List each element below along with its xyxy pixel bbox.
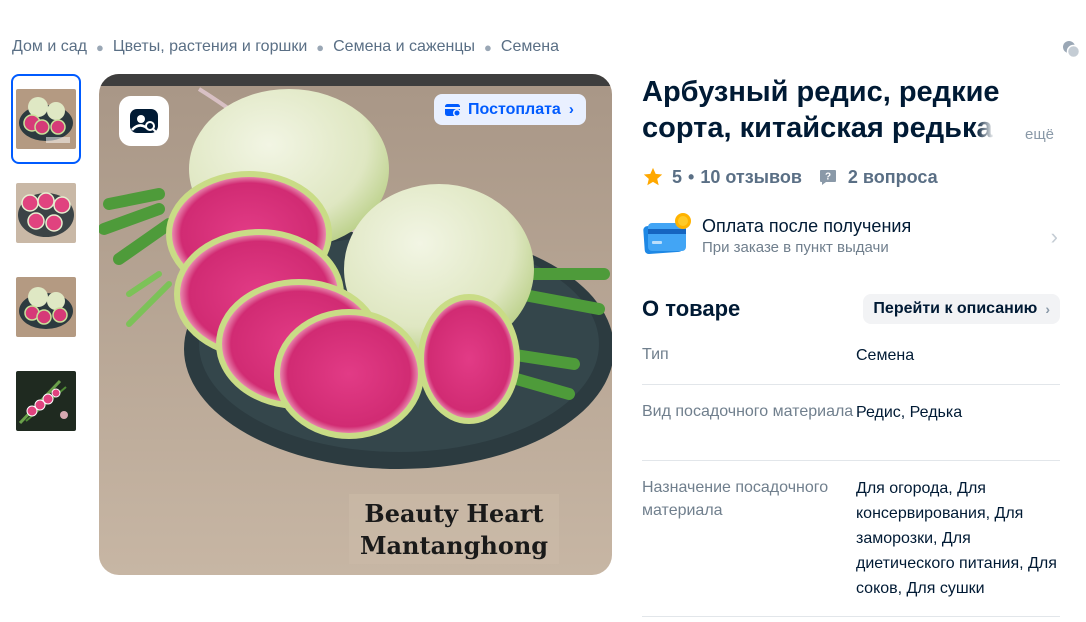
postpay-label: Постоплата xyxy=(468,100,561,118)
thumbnail-3[interactable] xyxy=(11,262,81,352)
rating-row: 5 • 10 отзывов ? 2 вопроса xyxy=(642,166,938,188)
spec-value: Редис, Редька xyxy=(856,404,963,421)
breadcrumb-item-seeds[interactable]: Семена xyxy=(501,38,559,56)
thumbnail-list xyxy=(11,74,81,450)
thumbnail-2[interactable] xyxy=(11,168,81,258)
payment-subtitle: При заказе в пункт выдачи xyxy=(702,239,889,256)
about-title: О товаре xyxy=(642,296,741,321)
spec-row: Вид посадочного материала Редис, Редька xyxy=(642,385,1060,461)
compare-icon[interactable] xyxy=(1062,40,1080,58)
thumbnail-image xyxy=(16,277,76,337)
thumbnail-image xyxy=(16,371,76,431)
postpay-badge[interactable]: Постоплата › xyxy=(434,94,586,125)
about-section-header: О товаре Перейти к описанию › xyxy=(642,294,1060,324)
goto-description-button[interactable]: Перейти к описанию › xyxy=(863,294,1060,324)
goto-description-label: Перейти к описанию xyxy=(873,300,1038,317)
spec-key: Вид посадочного материала xyxy=(642,403,854,420)
payment-after-receipt[interactable]: Оплата после получения При заказе в пунк… xyxy=(642,208,1060,264)
svg-text:?: ? xyxy=(825,172,831,183)
rating-separator: • xyxy=(688,166,695,187)
questions-link[interactable]: 2 вопроса xyxy=(848,167,938,188)
title-more-link[interactable]: ещё xyxy=(1025,126,1054,143)
image-watermark: Beauty Heart Mantanghong xyxy=(354,498,554,562)
watermark-line-2: Mantanghong xyxy=(359,531,549,560)
main-product-image[interactable]: Постоплата › Beauty Heart Mantanghong xyxy=(99,74,612,575)
specs-table: Тип Семена Вид посадочного материала Ред… xyxy=(642,334,1060,617)
product-title-line-1: Арбузный редис, редкие xyxy=(642,76,1000,108)
star-icon xyxy=(643,167,663,186)
watermark-line-1: Beauty Heart xyxy=(364,499,544,528)
image-search-button[interactable] xyxy=(119,96,169,146)
thumbnail-4[interactable] xyxy=(11,356,81,446)
spec-key: Тип xyxy=(642,346,669,363)
thumbnail-1[interactable] xyxy=(11,74,81,164)
chevron-right-icon: › xyxy=(568,101,574,118)
spec-value: Семена xyxy=(856,347,915,364)
payment-card-icon xyxy=(643,213,691,255)
breadcrumb-item-seeds-seedlings[interactable]: Семена и саженцы xyxy=(333,38,475,56)
spec-key: Назначение посадочного материала xyxy=(642,479,829,519)
breadcrumb-separator: ● xyxy=(95,39,104,55)
breadcrumb: Дом и сад ● Цветы, растения и горшки ● С… xyxy=(12,38,559,56)
spec-value: Для огорода, Для консервирования, Для за… xyxy=(856,480,1057,597)
spec-row: Тип Семена xyxy=(642,334,1060,385)
product-title-fade: а xyxy=(976,112,993,144)
breadcrumb-item-home-garden[interactable]: Дом и сад xyxy=(12,38,87,56)
spec-row: Назначение посадочного материала Для ого… xyxy=(642,461,1060,617)
thumbnail-image xyxy=(16,89,76,149)
chevron-right-icon: › xyxy=(1045,301,1050,317)
rating-value: 5 xyxy=(672,166,683,187)
product-title: Арбузный редис, редкие сорта, китайская … xyxy=(642,74,1022,146)
breadcrumb-item-flowers[interactable]: Цветы, растения и горшки xyxy=(113,38,307,56)
payment-title: Оплата после получения xyxy=(702,216,912,236)
chevron-right-icon: › xyxy=(1050,224,1058,249)
image-search-icon xyxy=(130,109,158,133)
wallet-icon xyxy=(445,103,461,117)
breadcrumb-separator: ● xyxy=(316,39,325,55)
question-icon: ? xyxy=(819,170,836,185)
reviews-link[interactable]: 10 отзывов xyxy=(700,167,802,188)
thumbnail-image xyxy=(16,183,76,243)
breadcrumb-separator: ● xyxy=(484,39,492,55)
product-title-line-2: сорта, китайская редьк xyxy=(642,112,977,144)
